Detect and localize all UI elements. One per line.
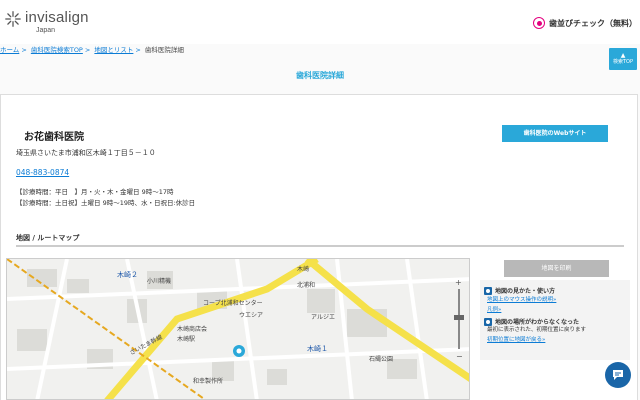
- help-usage-title: 地図の見かた・使い方: [495, 288, 556, 295]
- print-map-button[interactable]: 地図を印刷: [504, 260, 609, 277]
- map-label-kizaki-shopping: 木崎商店会: [177, 325, 207, 333]
- logo-icon: [5, 11, 21, 27]
- hours-weekday: 【診療時間：平日 】月・火・木・金曜日 9時〜17時: [16, 188, 174, 196]
- map-location-icon: [484, 317, 492, 326]
- brand-sub: Japan: [36, 27, 56, 34]
- brand-name: invisalign: [25, 9, 89, 26]
- map-help-panel: 地図の見かた・使い方 地図上のマウス操作の説明» 凡例» 地図の場所がわからなく…: [480, 280, 630, 360]
- teeth-check-label: 歯並びチェック（無料）: [549, 18, 637, 28]
- help-section-reset: 地図の場所がわからなくなった: [484, 317, 626, 326]
- map-label-arwaseya: アルジエ: [311, 314, 335, 321]
- help-reset-title: 地図の場所がわからなくなった: [495, 319, 580, 326]
- reset-map-link[interactable]: 初期位置に地図が戻る»: [487, 335, 626, 345]
- map-label-kizaki: 木崎: [297, 265, 309, 273]
- breadcrumb-current: 歯科医院詳細: [144, 46, 184, 54]
- help-section-usage: 地図の見かた・使い方: [484, 286, 626, 295]
- map-label-kizaki-station: 木崎駅: [177, 335, 195, 343]
- mouse-operation-link[interactable]: 地図上のマウス操作の説明»: [487, 295, 626, 305]
- arrow-up-icon: ▲: [620, 52, 626, 59]
- map-label-hotel: 小川精機: [147, 277, 171, 285]
- map-label-north-urawa: 北浦和: [297, 281, 315, 289]
- breadcrumb-search-top[interactable]: 歯科医院検索TOP: [31, 46, 83, 54]
- svg-text:−: −: [456, 352, 463, 361]
- breadcrumb-home[interactable]: ホーム: [0, 46, 19, 54]
- clinic-hours: 【診療時間：平日 】月・火・木・金曜日 9時〜17時 【診療時間：土日祝】土曜日…: [16, 187, 195, 209]
- clinic-pin-icon[interactable]: [233, 345, 245, 357]
- clinic-phone-link[interactable]: 048-883-0874: [16, 168, 69, 177]
- page-title: 歯科医院詳細: [296, 71, 344, 80]
- site-header: invisalign Japan 歯並びチェック（無料）: [0, 0, 640, 44]
- clinic-address: 埼玉県さいたま市浦和区木崎１丁目５－１０: [16, 149, 156, 157]
- chat-button[interactable]: [605, 362, 631, 388]
- map-heading: 地図 / ルートマップ: [16, 234, 80, 242]
- map-label-coop: コープ北浦和センター: [203, 299, 263, 307]
- map-help-icon: [484, 286, 492, 295]
- brand-logo[interactable]: invisalign: [4, 10, 89, 28]
- clinic-website-button[interactable]: 歯科医院のWebサイト: [502, 125, 608, 142]
- map-canvas: 木崎２ 木崎１ 木崎 北浦和 木崎駅 小川精機 コープ北浦和センター ウエシア …: [7, 259, 469, 399]
- help-reset-text: 最初に表示された、初期位置に戻ります: [487, 327, 587, 333]
- breadcrumb: ホーム > 歯科医院検索TOP > 地図とリスト > 歯科医院詳細: [0, 46, 184, 54]
- teeth-check-link[interactable]: 歯並びチェック（無料）: [533, 17, 637, 29]
- map-label-wakinouchi: 和幸製作所: [193, 377, 223, 385]
- map-label-kizaki1: 木崎１: [307, 344, 328, 353]
- clinic-name: お花歯科医院: [24, 132, 84, 143]
- route-map[interactable]: 木崎２ 木崎１ 木崎 北浦和 木崎駅 小川精機 コープ北浦和センター ウエシア …: [6, 258, 470, 400]
- svg-text:+: +: [455, 278, 462, 287]
- map-label-kizaki2: 木崎２: [117, 270, 138, 279]
- breadcrumb-map-list[interactable]: 地図とリスト: [94, 46, 133, 54]
- hours-weekend: 【診療時間：土日祝】土曜日 9時〜19時、水・日祝日:休診日: [16, 199, 196, 207]
- map-label-ueshiya: ウエシア: [239, 311, 263, 319]
- search-top-label: 検索TOP: [612, 59, 633, 65]
- search-top-button[interactable]: ▲ 検索TOP: [609, 48, 637, 70]
- map-label-ishiki-park: 石縄公園: [369, 355, 393, 363]
- tooth-icon: [533, 17, 545, 29]
- map-divider: [16, 245, 624, 247]
- legend-link[interactable]: 凡例»: [487, 305, 626, 315]
- chat-icon: [613, 370, 623, 380]
